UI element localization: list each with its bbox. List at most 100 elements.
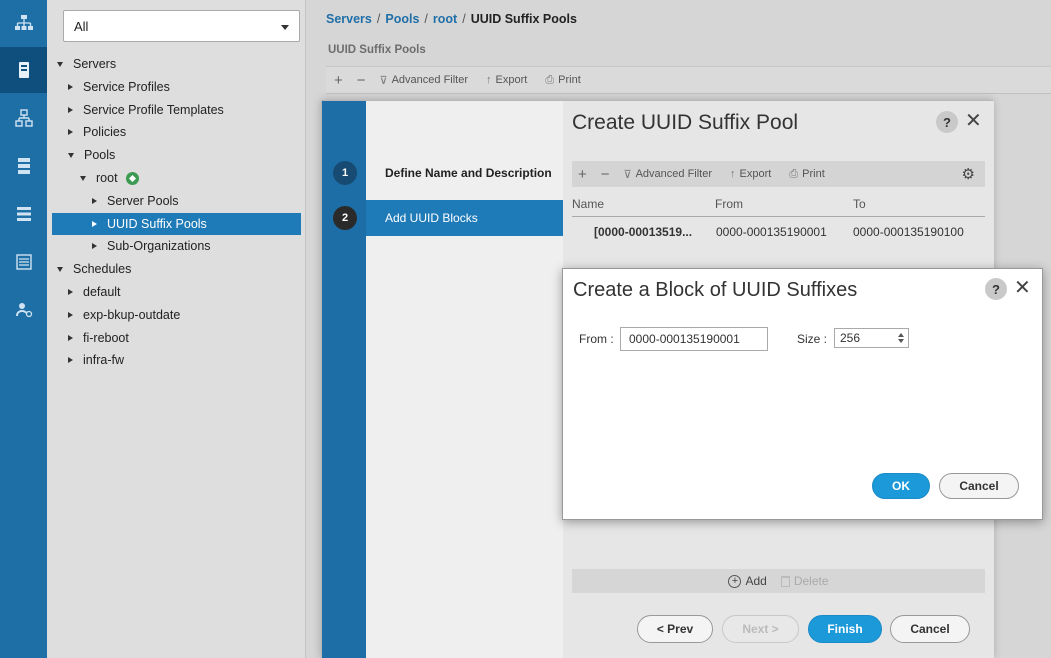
delete-block-link: Delete <box>780 574 829 588</box>
caret-right-icon[interactable] <box>68 289 73 295</box>
row-name: [0000-00013519... <box>594 225 693 239</box>
network-icon[interactable] <box>0 0 47 46</box>
tree-item[interactable]: root <box>80 167 139 189</box>
wizard-title: Create UUID Suffix Pool <box>572 111 799 134</box>
storage-icon[interactable] <box>0 143 47 189</box>
tree-item[interactable]: Service Profiles <box>68 76 170 98</box>
breadcrumb-separator: / <box>424 12 428 26</box>
filter-icon: ⊽ <box>379 74 388 87</box>
breadcrumb-separator: / <box>462 12 466 26</box>
admin-icon[interactable] <box>0 287 47 333</box>
print-button[interactable]: ⎙ Print <box>789 168 824 181</box>
gear-icon[interactable]: ⚙ <box>962 165 975 183</box>
finish-button[interactable]: Finish <box>808 615 882 643</box>
breadcrumb-pools[interactable]: Pools <box>385 12 419 26</box>
tree-item[interactable]: infra-fw <box>68 349 124 371</box>
tree-item[interactable]: exp-bkup-outdate <box>68 304 180 326</box>
breadcrumb-servers[interactable]: Servers <box>326 12 372 26</box>
caret-down-icon[interactable] <box>57 266 63 272</box>
trash-icon <box>780 575 790 587</box>
tree-item[interactable]: Sub-Organizations <box>92 235 211 257</box>
caret-right-icon[interactable] <box>68 83 73 90</box>
advanced-filter-button[interactable]: ⊽ Advanced Filter <box>380 74 469 87</box>
wizard-step-define-name[interactable]: 1 Define Name and Description <box>333 155 563 191</box>
add-block-button[interactable]: + <box>578 166 587 183</box>
export-icon: ↑ <box>730 168 736 180</box>
export-button[interactable]: ↑ Export <box>730 168 771 180</box>
section-title: UUID Suffix Pools <box>328 44 426 56</box>
add-delete-bar: + Add Delete <box>572 569 985 593</box>
add-button[interactable]: + <box>334 72 343 89</box>
tree-item-label: Sub-Organizations <box>107 239 211 254</box>
tree-item[interactable]: Server Pools <box>92 190 179 212</box>
wizard-step-add-uuid-blocks[interactable]: 2 Add UUID Blocks <box>333 200 563 236</box>
caret-right-icon[interactable] <box>68 334 73 341</box>
close-icon[interactable]: ✕ <box>965 111 982 131</box>
breadcrumb-current: UUID Suffix Pools <box>470 12 577 26</box>
tree-item[interactable]: Pools <box>68 144 115 166</box>
plus-circle-icon: + <box>728 574 742 588</box>
caret-right-icon[interactable] <box>68 129 73 136</box>
tree-item[interactable]: default <box>68 281 121 303</box>
filter-dropdown[interactable]: All <box>63 10 300 42</box>
remove-button[interactable]: − <box>357 72 366 89</box>
column-header-to[interactable]: To <box>853 197 866 211</box>
tree-item-label: Server Pools <box>107 193 179 208</box>
step-label: Add UUID Blocks <box>385 211 478 225</box>
size-stepper[interactable]: 256 <box>834 328 909 348</box>
caret-down-icon[interactable] <box>80 175 86 181</box>
close-icon[interactable]: ✕ <box>1014 278 1031 298</box>
column-header-from[interactable]: From <box>715 197 743 211</box>
wizard-cancel-button[interactable]: Cancel <box>890 615 970 643</box>
filter-icon: ⊽ <box>623 168 632 181</box>
caret-right-icon[interactable] <box>68 106 73 113</box>
tree-item[interactable]: Policies <box>68 121 126 143</box>
step-label: Define Name and Description <box>385 166 552 180</box>
log-icon[interactable] <box>0 239 47 285</box>
print-icon: ⎙ <box>545 73 555 86</box>
caret-down-icon[interactable] <box>68 152 74 158</box>
remove-block-button[interactable]: − <box>601 166 610 183</box>
column-header-name[interactable]: Name <box>572 197 604 211</box>
dialog-title: Create a Block of UUID Suffixes <box>573 279 858 301</box>
caret-right-icon[interactable] <box>92 243 97 250</box>
breadcrumb: Servers / Pools / root / UUID Suffix Pools <box>326 12 577 26</box>
icon-rail <box>0 0 47 658</box>
help-icon[interactable]: ? <box>936 111 958 133</box>
tree-item-label: fi-reboot <box>83 330 129 345</box>
server-icon[interactable] <box>0 47 47 93</box>
create-uuid-block-dialog: Create a Block of UUID Suffixes ? ✕ From… <box>562 268 1043 520</box>
tree-item[interactable]: Schedules <box>57 258 131 280</box>
tree-item[interactable]: Service Profile Templates <box>68 99 224 121</box>
navigation-panel: All Servers Service Profiles Service Profi… <box>47 0 306 658</box>
advanced-filter-button[interactable]: ⊽ Advanced Filter <box>624 168 713 181</box>
export-label: Export <box>739 168 772 180</box>
stepper-arrows-icon[interactable] <box>898 333 905 347</box>
table-row[interactable]: [0000-00013519... 0000-000135190001 0000… <box>572 221 985 245</box>
tree-item[interactable]: fi-reboot <box>68 327 129 349</box>
help-icon[interactable]: ? <box>985 278 1007 300</box>
topology-icon[interactable] <box>0 95 47 141</box>
caret-right-icon[interactable] <box>92 197 97 204</box>
ok-button[interactable]: OK <box>872 473 930 499</box>
breadcrumb-root[interactable]: root <box>433 12 457 26</box>
tree-item-label: Service Profiles <box>83 79 170 94</box>
caret-right-icon[interactable] <box>68 357 73 364</box>
caret-right-icon[interactable] <box>92 220 97 227</box>
from-input[interactable] <box>620 327 768 351</box>
tree-item[interactable]: UUID Suffix Pools <box>52 212 301 235</box>
prev-button[interactable]: < Prev <box>637 615 713 643</box>
row-from: 0000-000135190001 <box>716 225 827 239</box>
export-icon: ↑ <box>486 74 492 86</box>
dialog-cancel-button[interactable]: Cancel <box>939 473 1019 499</box>
add-block-link[interactable]: + Add <box>728 574 767 588</box>
print-button[interactable]: ⎙ Print <box>545 74 580 87</box>
export-button[interactable]: ↑ Export <box>486 74 527 86</box>
caret-right-icon[interactable] <box>68 311 73 318</box>
tree-item-label: root <box>96 171 118 185</box>
tree-item-label: infra-fw <box>83 353 124 368</box>
list-icon[interactable] <box>0 191 47 237</box>
tree-item[interactable]: Servers <box>57 53 116 75</box>
caret-down-icon[interactable] <box>57 61 63 67</box>
step-number: 2 <box>333 206 357 230</box>
